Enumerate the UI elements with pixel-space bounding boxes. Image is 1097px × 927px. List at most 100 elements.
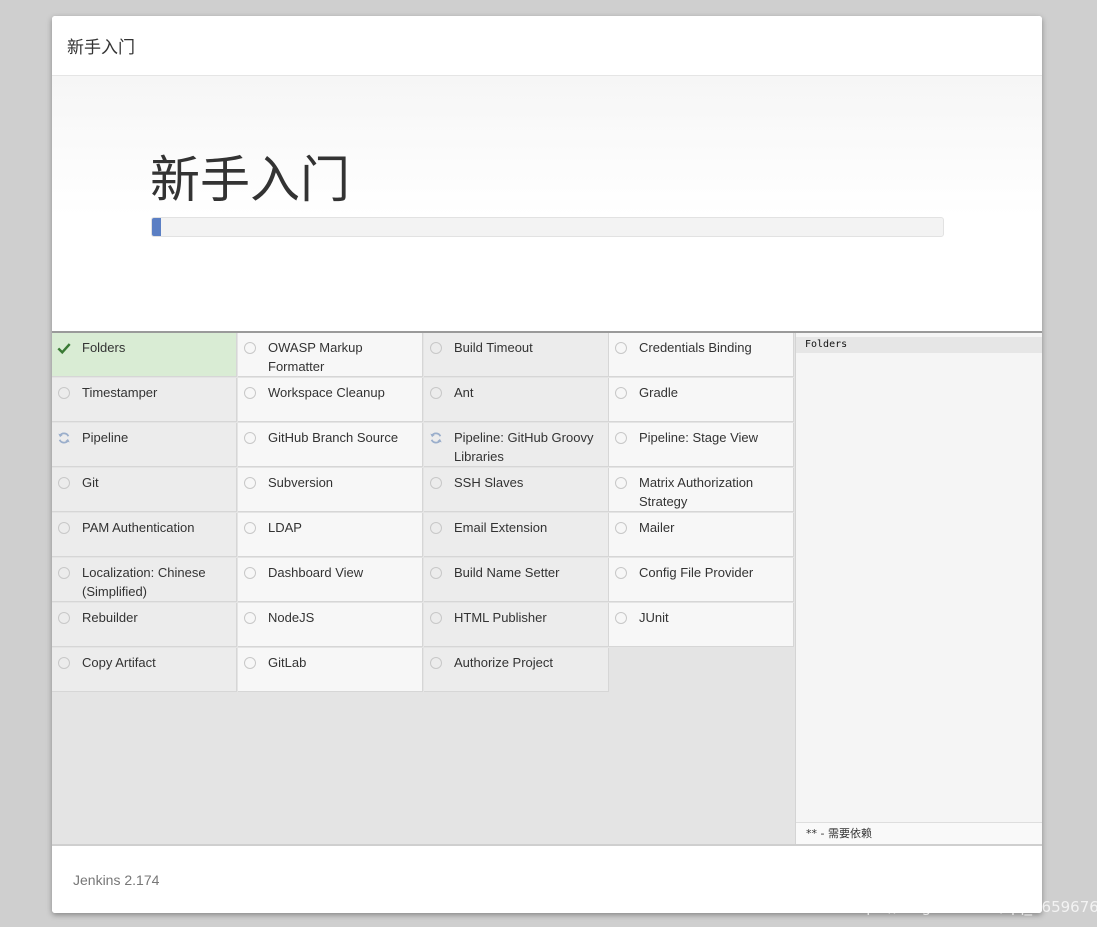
plugin-item: HTML Publisher <box>424 603 609 647</box>
plugin-label: Copy Artifact <box>82 655 156 670</box>
setup-dialog: 新手入门 新手入门 Folders OWASP Markup Formatter B… <box>52 16 1042 913</box>
plugin-label: LDAP <box>268 520 302 535</box>
circle-icon <box>615 387 627 399</box>
plugin-label: Rebuilder <box>82 610 138 625</box>
plugin-label: Workspace Cleanup <box>268 385 385 400</box>
plugin-label: Email Extension <box>454 520 548 535</box>
plugin-item: Build Name Setter <box>424 558 609 602</box>
check-icon <box>57 343 71 355</box>
circle-icon <box>615 567 627 579</box>
circle-icon <box>430 522 442 534</box>
dialog-title: 新手入门 <box>67 38 135 58</box>
circle-icon <box>430 387 442 399</box>
plugin-item: Localization: Chinese (Simplified) <box>52 558 237 602</box>
install-log-panel[interactable]: Folders ** - 需要依赖 <box>795 333 1042 844</box>
circle-icon <box>244 477 256 489</box>
plugin-label: Authorize Project <box>454 655 553 670</box>
refresh-icon <box>430 432 442 444</box>
hero-section: 新手入门 <box>52 76 1042 333</box>
plugin-label: Matrix Authorization Strategy <box>639 475 754 509</box>
refresh-icon <box>58 432 70 444</box>
plugin-item: Mailer <box>609 513 794 557</box>
circle-icon <box>430 612 442 624</box>
plugin-label: Git <box>82 475 99 490</box>
plugin-item: Pipeline <box>52 423 237 467</box>
plugin-label: Build Name Setter <box>454 565 560 580</box>
circle-icon <box>430 567 442 579</box>
circle-icon <box>58 522 70 534</box>
plugin-item: Workspace Cleanup <box>238 378 423 422</box>
page-title: 新手入门 <box>150 151 350 209</box>
plugin-label: Gradle <box>639 385 679 400</box>
plugin-item: Authorize Project <box>424 648 609 692</box>
circle-icon <box>615 612 627 624</box>
circle-icon <box>58 387 70 399</box>
plugin-item: PAM Authentication <box>52 513 237 557</box>
circle-icon <box>430 657 442 669</box>
plugin-item: Dashboard View <box>238 558 423 602</box>
plugin-label: Mailer <box>639 520 675 535</box>
plugin-item: Build Timeout <box>424 333 609 377</box>
plugin-label: Build Timeout <box>454 340 533 355</box>
plugin-label: Localization: Chinese (Simplified) <box>82 565 206 599</box>
plugin-label: GitLab <box>268 655 307 670</box>
plugin-label: Credentials Binding <box>639 340 752 355</box>
plugin-label: Timestamper <box>82 385 158 400</box>
circle-icon <box>615 522 627 534</box>
circle-icon <box>244 522 256 534</box>
plugin-item: Subversion <box>238 468 423 512</box>
circle-icon <box>58 612 70 624</box>
plugin-label: Subversion <box>268 475 334 490</box>
plugin-item: Ant <box>424 378 609 422</box>
dependency-footnote: ** - 需要依赖 <box>796 822 1042 844</box>
plugin-label: OWASP Markup Formatter <box>268 340 363 374</box>
plugin-item: Config File Provider <box>609 558 794 602</box>
plugin-label: SSH Slaves <box>454 475 524 490</box>
circle-icon <box>58 477 70 489</box>
circle-icon <box>615 342 627 354</box>
plugin-item: Pipeline: GitHub Groovy Libraries <box>424 423 609 467</box>
plugin-item: NodeJS <box>238 603 423 647</box>
plugin-item: Credentials Binding <box>609 333 794 377</box>
plugin-item: SSH Slaves <box>424 468 609 512</box>
plugin-item: GitHub Branch Source <box>238 423 423 467</box>
circle-icon <box>58 567 70 579</box>
circle-icon <box>58 657 70 669</box>
install-log-current: Folders <box>796 337 1042 353</box>
plugin-label: NodeJS <box>268 610 315 625</box>
plugin-label: PAM Authentication <box>82 520 195 535</box>
plugin-item: Timestamper <box>52 378 237 422</box>
circle-icon <box>430 477 442 489</box>
plugin-label: Folders <box>82 340 126 355</box>
plugin-list-area: Folders OWASP Markup Formatter Build Timeo… <box>52 333 795 844</box>
plugin-label: HTML Publisher <box>454 610 547 625</box>
plugin-label: Dashboard View <box>268 565 364 580</box>
plugin-item: Pipeline: Stage View <box>609 423 794 467</box>
plugin-item: Folders <box>52 333 237 377</box>
circle-icon <box>244 432 256 444</box>
plugin-item: Copy Artifact <box>52 648 237 692</box>
plugin-label: Config File Provider <box>639 565 754 580</box>
plugin-item: Git <box>52 468 237 512</box>
circle-icon <box>615 432 627 444</box>
plugin-item: OWASP Markup Formatter <box>238 333 423 377</box>
circle-icon <box>244 387 256 399</box>
plugin-item: GitLab <box>238 648 423 692</box>
circle-icon <box>244 567 256 579</box>
plugin-label: Pipeline <box>82 430 129 445</box>
circle-icon <box>430 342 442 354</box>
circle-icon <box>244 657 256 669</box>
watermark-text: https://blog.csdn.net/qq_36596763 <box>845 898 1097 916</box>
dialog-header: 新手入门 <box>52 16 1042 76</box>
circle-icon <box>244 612 256 624</box>
plugin-label: Pipeline: GitHub Groovy Libraries <box>454 430 594 464</box>
plugin-label: JUnit <box>639 610 669 625</box>
plugin-item: JUnit <box>609 603 794 647</box>
install-progress-bar <box>151 217 944 237</box>
plugin-label: GitHub Branch Source <box>268 430 399 445</box>
circle-icon <box>615 477 627 489</box>
plugin-item: Email Extension <box>424 513 609 557</box>
plugin-label: Pipeline: Stage View <box>639 430 759 445</box>
jenkins-version: Jenkins 2.174 <box>73 872 160 888</box>
plugin-item: LDAP <box>238 513 423 557</box>
